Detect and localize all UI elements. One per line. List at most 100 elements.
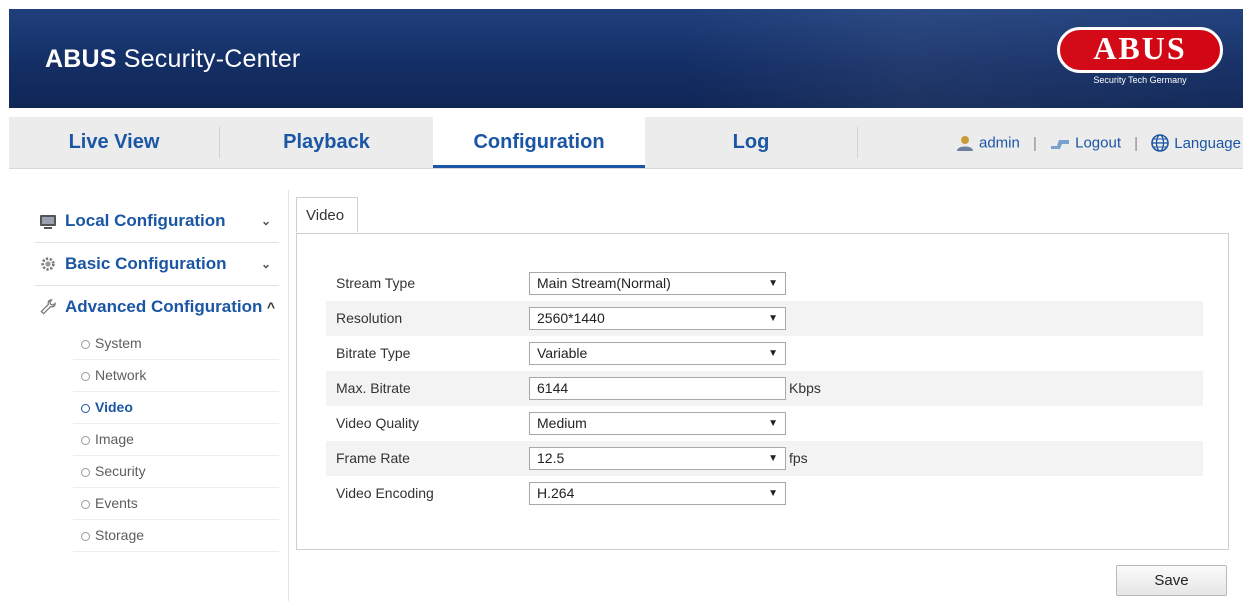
video-encoding-select[interactable]: H.264 ▼ <box>529 482 786 505</box>
select-value: Medium <box>537 415 587 431</box>
dropdown-arrow-icon: ▼ <box>768 278 778 289</box>
sidebar-item-events[interactable]: Events <box>73 488 279 520</box>
sidebar-item-label: System <box>95 335 142 351</box>
globe-icon <box>1151 134 1170 153</box>
max-bitrate-input[interactable]: 6144 <box>529 377 786 400</box>
select-value: 12.5 <box>537 450 565 466</box>
nav-separator: | <box>1134 134 1139 152</box>
logo-text: ABUS <box>1093 30 1187 66</box>
setting-row-video-quality: Video Quality Medium ▼ <box>326 406 1203 441</box>
logout-link[interactable]: Logout <box>1050 134 1125 152</box>
user-menu[interactable]: admin <box>956 134 1024 152</box>
sidebar-section-label: Local Configuration <box>65 211 226 230</box>
bullet-icon <box>81 372 90 381</box>
bullet-icon <box>81 436 90 445</box>
nav-tab-configuration[interactable]: Configuration <box>433 117 645 168</box>
setting-row-video-encoding: Video Encoding H.264 ▼ <box>326 476 1203 511</box>
content-tab-bar: Video <box>296 197 1229 234</box>
select-value: Variable <box>537 345 588 361</box>
gear-icon <box>41 257 55 271</box>
bullet-icon <box>81 340 90 349</box>
config-sidebar: Local Configuration ⌄ Basic Configuratio… <box>35 200 279 552</box>
setting-label: Video Encoding <box>336 485 434 501</box>
bullet-icon <box>81 404 90 413</box>
bullet-icon <box>81 500 90 509</box>
chevron-down-icon: ⌄ <box>260 257 271 271</box>
sidebar-section-label: Basic Configuration <box>65 254 227 273</box>
sidebar-item-label: Storage <box>95 527 145 543</box>
dropdown-arrow-icon: ▼ <box>768 418 778 429</box>
sidebar-item-label: Security <box>95 463 146 479</box>
brand-title: ABUS Security-Center <box>45 45 300 74</box>
sidebar-item-network[interactable]: Network <box>73 360 279 392</box>
video-quality-select[interactable]: Medium ▼ <box>529 412 786 435</box>
nav-tab-playback[interactable]: Playback <box>220 117 433 168</box>
setting-label: Stream Type <box>336 275 416 291</box>
chevron-up-icon: ^ <box>266 299 275 315</box>
sidebar-item-storage[interactable]: Storage <box>73 520 279 552</box>
sidebar-item-system[interactable]: System <box>73 328 279 360</box>
setting-label: Bitrate Type <box>336 345 411 361</box>
setting-row-bitrate-type: Bitrate Type Variable ▼ <box>326 336 1203 371</box>
dropdown-arrow-icon: ▼ <box>768 453 778 464</box>
sidebar-section-advanced-configuration[interactable]: Advanced Configuration ^ <box>35 286 279 328</box>
language-menu[interactable]: Language <box>1151 134 1243 153</box>
setting-label: Max. Bitrate <box>336 380 411 396</box>
sidebar-item-security[interactable]: Security <box>73 456 279 488</box>
logout-icon <box>1051 140 1070 150</box>
sidebar-section-label: Advanced Configuration <box>65 297 263 316</box>
setting-row-resolution: Resolution 2560*1440 ▼ <box>326 301 1203 336</box>
sidebar-item-label: Video <box>95 399 133 415</box>
sidebar-item-label: Events <box>95 495 138 511</box>
sidebar-section-basic-configuration[interactable]: Basic Configuration ⌄ <box>35 243 279 286</box>
save-button[interactable]: Save <box>1116 565 1227 596</box>
nav-divider <box>857 127 858 158</box>
select-value: Main Stream(Normal) <box>537 275 671 291</box>
wrench-icon <box>40 299 56 315</box>
main-nav: Live View Playback Configuration Log adm… <box>9 117 1243 169</box>
select-value: 2560*1440 <box>537 310 605 326</box>
setting-label: Frame Rate <box>336 450 410 466</box>
resolution-select[interactable]: 2560*1440 ▼ <box>529 307 786 330</box>
bullet-icon <box>81 532 90 541</box>
sidebar-item-label: Image <box>95 431 134 447</box>
nav-tab-log[interactable]: Log <box>645 117 857 168</box>
video-settings-panel: Stream Type Main Stream(Normal) ▼ Resolu… <box>296 233 1229 550</box>
logo-oval <box>1057 27 1223 73</box>
monitor-icon <box>40 215 56 229</box>
abus-logo: ABUS Security Tech Germany <box>1057 27 1223 89</box>
input-value: 6144 <box>537 380 569 396</box>
brand-title-bold: ABUS <box>45 45 117 73</box>
setting-row-frame-rate: Frame Rate 12.5 ▼ fps <box>326 441 1203 476</box>
dropdown-arrow-icon: ▼ <box>768 348 778 359</box>
language-label: Language <box>1174 134 1241 152</box>
sidebar-item-video[interactable]: Video <box>73 392 279 424</box>
user-name: admin <box>979 134 1020 152</box>
tab-video[interactable]: Video <box>296 197 358 233</box>
setting-label: Video Quality <box>336 415 420 431</box>
bitrate-type-select[interactable]: Variable ▼ <box>529 342 786 365</box>
header-banner: ABUS Security-Center ABUS Security Tech … <box>9 9 1243 108</box>
unit-label: fps <box>789 450 808 466</box>
nav-separator: | <box>1033 134 1037 152</box>
nav-user-bar: admin | Logout | Language <box>956 117 1243 168</box>
nav-tab-live-view[interactable]: Live View <box>9 117 219 168</box>
app-window: ABUS Security-Center ABUS Security Tech … <box>0 0 1254 601</box>
chevron-down-icon: ⌄ <box>260 214 271 228</box>
sidebar-item-image[interactable]: Image <box>73 424 279 456</box>
logo-tagline: Security Tech Germany <box>1093 75 1187 85</box>
dropdown-arrow-icon: ▼ <box>768 488 778 499</box>
sidebar-item-label: Network <box>95 367 147 383</box>
brand-title-rest: Security-Center <box>116 45 301 73</box>
sidebar-section-local-configuration[interactable]: Local Configuration ⌄ <box>35 200 279 243</box>
stream-type-select[interactable]: Main Stream(Normal) ▼ <box>529 272 786 295</box>
frame-rate-select[interactable]: 12.5 ▼ <box>529 447 786 470</box>
setting-row-stream-type: Stream Type Main Stream(Normal) ▼ <box>326 266 1203 301</box>
bullet-icon <box>81 468 90 477</box>
select-value: H.264 <box>537 485 575 501</box>
setting-label: Resolution <box>336 310 403 326</box>
setting-row-max-bitrate: Max. Bitrate 6144 Kbps <box>326 371 1203 406</box>
user-icon <box>957 136 973 152</box>
sidebar-divider <box>288 190 289 601</box>
logout-label: Logout <box>1075 134 1121 152</box>
